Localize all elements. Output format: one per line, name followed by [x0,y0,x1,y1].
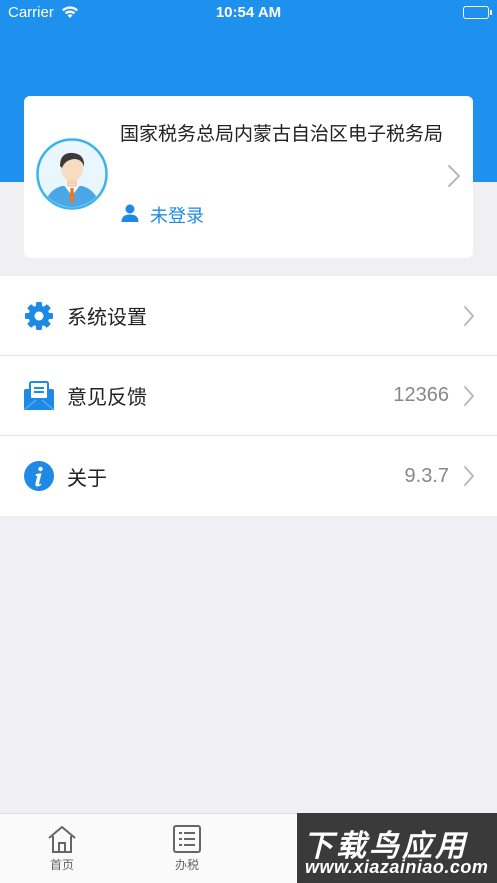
menu-item-about[interactable]: 关于 9.3.7 [0,436,497,516]
person-avatar-icon [36,138,108,210]
menu-label: 意见反馈 [67,387,147,409]
chevron-right-icon [463,465,475,492]
info-icon [23,460,55,492]
menu-item-system-settings[interactable]: 系统设置 [0,276,497,356]
watermark-url: www.xiazainiao.com [305,857,489,877]
tab-tax[interactable]: 办税 [157,824,217,873]
menu-label: 关于 [67,467,107,490]
menu-value: 9.3.7 [404,464,449,487]
status-time: 10:54 AM [215,4,282,21]
menu-label: 系统设置 [67,307,147,329]
home-icon [32,824,92,854]
profile-card[interactable]: 国家税务总局内蒙古自治区电子税务局 未登录 [24,96,473,258]
tab-label: 办税 [174,858,199,872]
menu-item-feedback[interactable]: 意见反馈 12366 [0,356,497,436]
battery-icon [463,6,492,19]
feedback-mail-icon [23,380,55,412]
login-status-label: 未登录 [150,206,204,226]
login-status[interactable]: 未登录 [120,202,204,228]
chevron-right-icon [447,164,461,193]
gear-icon [23,300,55,332]
settings-menu: 系统设置 意见反馈 12366 关于 9.3.7 [0,276,497,516]
menu-value: 12366 [393,384,449,406]
user-icon [120,203,140,228]
chevron-right-icon [463,305,475,332]
chevron-right-icon [463,385,475,412]
status-bar: Carrier 10:54 AM [0,0,497,26]
tab-home[interactable]: 首页 [32,824,92,873]
tab-label: 首页 [49,858,74,872]
watermark: 下载鸟应用 www.xiazainiao.com [297,813,497,883]
list-icon [157,824,217,854]
org-name: 国家税务总局内蒙古自治区电子税务局 [120,124,444,145]
